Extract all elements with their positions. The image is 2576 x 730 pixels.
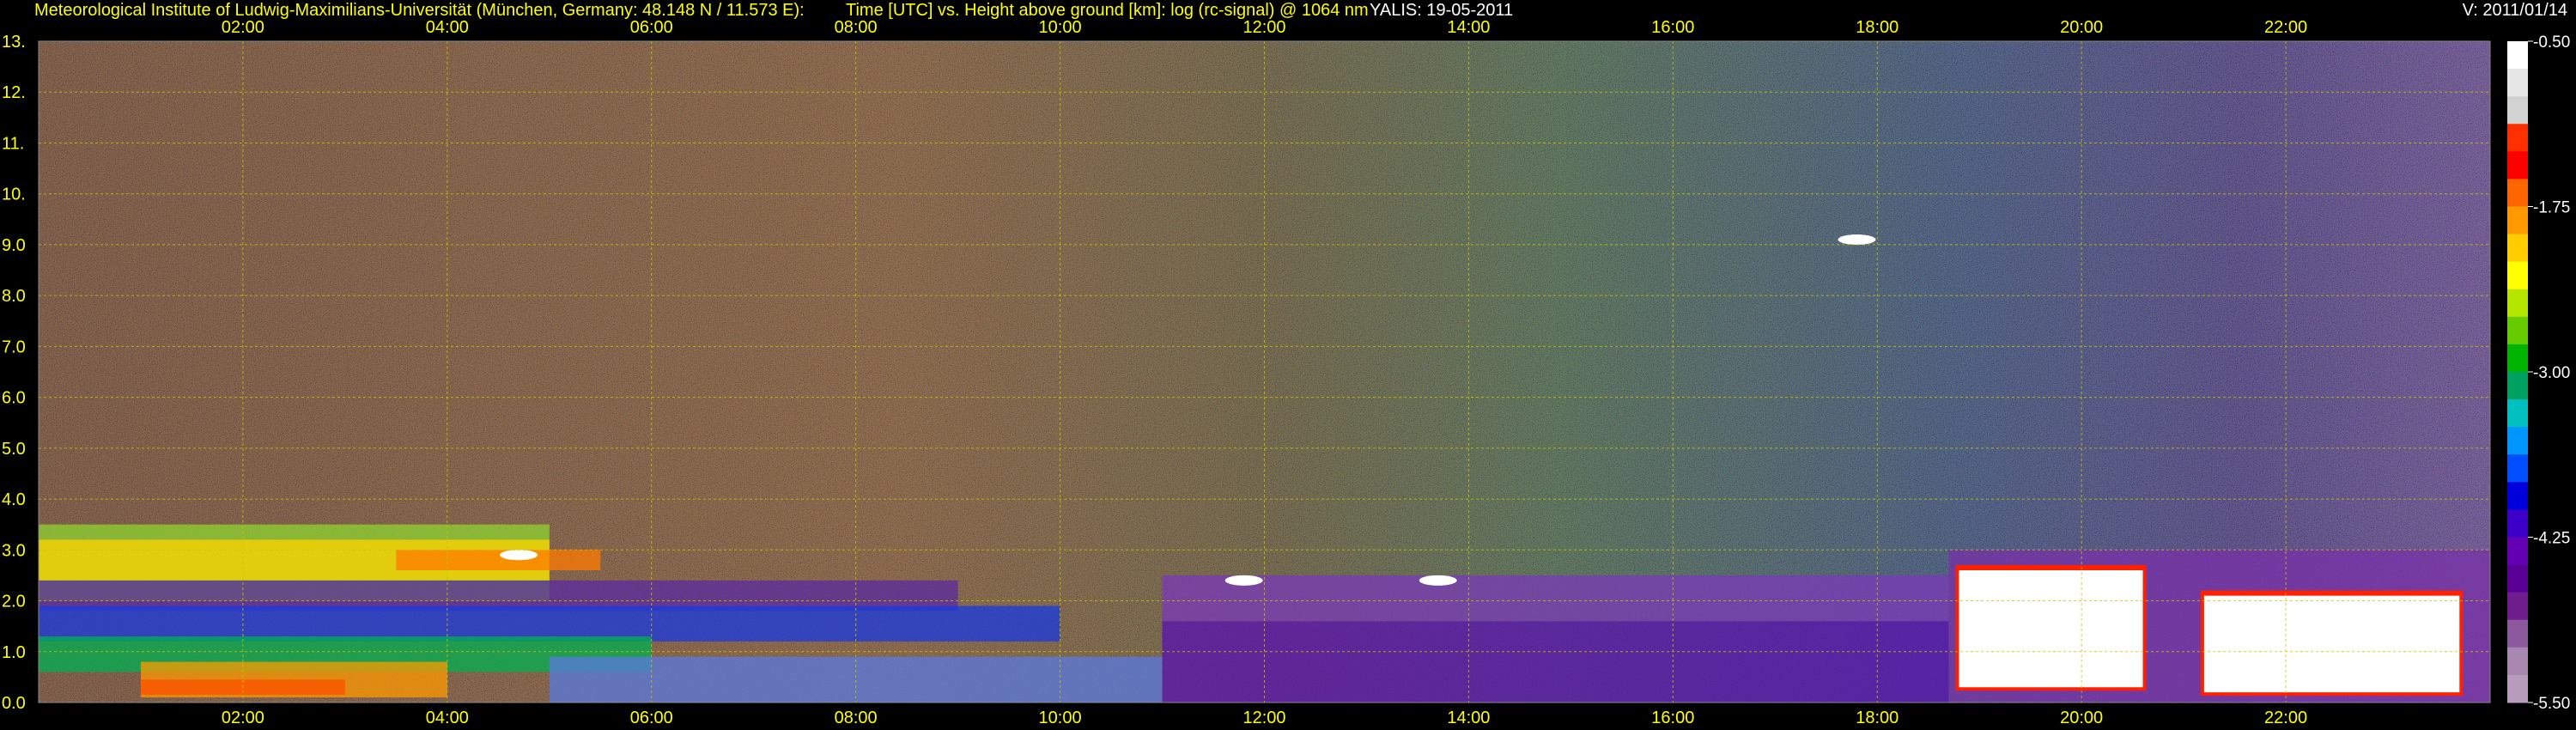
x-tick-label-top: 10:00 <box>1039 18 1082 37</box>
colorbar-segment <box>2507 124 2528 152</box>
x-tick-label-top: 14:00 <box>1447 18 1490 37</box>
y-tick-label: 13. <box>2 33 26 52</box>
x-tick-label-bottom: 20:00 <box>2060 709 2103 727</box>
colorbar-tick-label: -1.75 <box>2533 199 2570 217</box>
y-tick-label: 7.0 <box>2 338 26 356</box>
x-tick-label-top: 20:00 <box>2060 18 2103 37</box>
x-tick-label-bottom: 06:00 <box>630 709 673 727</box>
colorbar-segment <box>2507 179 2528 207</box>
x-tick-label-top: 18:00 <box>1856 18 1899 37</box>
colorbar-segment <box>2507 399 2528 428</box>
colorbar-segment <box>2507 482 2528 510</box>
x-axis-bottom: 02:00 04:00 06:00 08:00 10:00 12:00 14:00 16:00… <box>222 709 2307 727</box>
y-tick-label: 0.0 <box>2 694 26 713</box>
colorbar-segment <box>2507 592 2528 621</box>
y-tick-label: 3.0 <box>2 541 26 560</box>
x-tick-label-bottom: 18:00 <box>1856 709 1899 727</box>
x-tick-label-top: 08:00 <box>835 18 878 37</box>
cloud-feature <box>1224 575 1263 586</box>
x-tick-label-top: 16:00 <box>1651 18 1694 37</box>
cloud-feature <box>500 550 538 561</box>
aerosol-band <box>1162 621 1949 703</box>
y-tick-label: 12. <box>2 83 26 102</box>
y-tick-label: 4.0 <box>2 490 26 509</box>
colorbar-segment <box>2507 96 2528 125</box>
y-tick-label: 8.0 <box>2 287 26 306</box>
cloud-core <box>1959 570 2143 688</box>
y-axis: 0.0 1.0 2.0 3.0 4.0 5.0 6.0 7.0 8.0 9.0 10. 11. 12. 1… <box>2 33 26 713</box>
y-tick-label: 5.0 <box>2 440 26 459</box>
colorbar-segment <box>2507 454 2528 483</box>
x-tick-label-bottom: 22:00 <box>2264 709 2307 727</box>
x-tick-label-top: 12:00 <box>1242 18 1285 37</box>
x-tick-label-top: 06:00 <box>630 18 673 37</box>
colorbar-segment <box>2507 564 2528 593</box>
aerosol-band <box>396 550 601 570</box>
y-tick-label: 11. <box>2 134 24 153</box>
cloud-core <box>2203 595 2460 693</box>
colorbar-segment <box>2507 344 2528 373</box>
y-tick-label: 2.0 <box>2 593 26 611</box>
institute-label: Meteorological Institute of Ludwig-Maxim… <box>34 1 805 20</box>
colorbar-tick-label: -5.50 <box>2533 695 2570 713</box>
x-tick-label-top: 04:00 <box>426 18 469 37</box>
version-label: V: 2011/01/14 <box>2463 1 2567 20</box>
cloud-feature <box>1419 575 1457 586</box>
colorbar-segment <box>2507 537 2528 566</box>
x-tick-label-bottom: 12:00 <box>1242 709 1285 727</box>
x-tick-label-bottom: 02:00 <box>222 709 264 727</box>
colorbar-segment <box>2507 261 2528 290</box>
y-tick-label: 10. <box>2 186 26 204</box>
colorbar-tick-label: -4.25 <box>2533 530 2570 548</box>
colorbar-segment <box>2507 647 2528 676</box>
y-tick-label: 9.0 <box>2 236 26 255</box>
colorbar-segment <box>2507 151 2528 179</box>
colorbar-segment <box>2507 41 2528 70</box>
colorbar-tick-label: -0.50 <box>2533 33 2570 52</box>
colorbar-ticks: -0.50 -1.75 -3.00 -4.25 -5.50 <box>2528 33 2570 713</box>
colorbar-segment <box>2507 674 2528 703</box>
x-tick-label-bottom: 04:00 <box>426 709 469 727</box>
colorbar <box>2507 41 2528 703</box>
x-tick-label-bottom: 14:00 <box>1447 709 1490 727</box>
colorbar-segment <box>2507 316 2528 345</box>
colorbar-segment <box>2507 619 2528 648</box>
colorbar-segment <box>2507 206 2528 235</box>
x-tick-label-bottom: 16:00 <box>1651 709 1694 727</box>
colorbar-segment <box>2507 509 2528 538</box>
colorbar-segment <box>2507 234 2528 263</box>
cloud-feature <box>1838 234 1876 245</box>
x-tick-label-top: 22:00 <box>2264 18 2307 37</box>
colorbar-segment <box>2507 427 2528 455</box>
x-tick-label-bottom: 08:00 <box>835 709 878 727</box>
lidar-quicklook-chart: Meteorological Institute of Ludwig-Maxim… <box>2 1 2570 727</box>
y-tick-label: 6.0 <box>2 389 26 408</box>
heatmap-area <box>38 40 2491 703</box>
x-axis-top: 02:00 04:00 06:00 08:00 10:00 12:00 14:00 16:00… <box>222 18 2307 37</box>
x-tick-label-bottom: 10:00 <box>1039 709 1082 727</box>
instrument-date: YALIS: 19-05-2011 <box>1370 1 1513 20</box>
colorbar-segment <box>2507 289 2528 318</box>
colorbar-segment <box>2507 69 2528 97</box>
colorbar-segment <box>2507 372 2528 400</box>
aerosol-band <box>39 605 1060 642</box>
x-tick-label-top: 02:00 <box>222 18 264 37</box>
y-tick-label: 1.0 <box>2 643 26 662</box>
cloud-feature <box>2011 621 2050 632</box>
colorbar-tick-label: -3.00 <box>2533 364 2570 382</box>
aerosol-band <box>1162 575 1949 622</box>
plot-description: Time [UTC] vs. Height above ground [km]:… <box>846 1 1369 20</box>
